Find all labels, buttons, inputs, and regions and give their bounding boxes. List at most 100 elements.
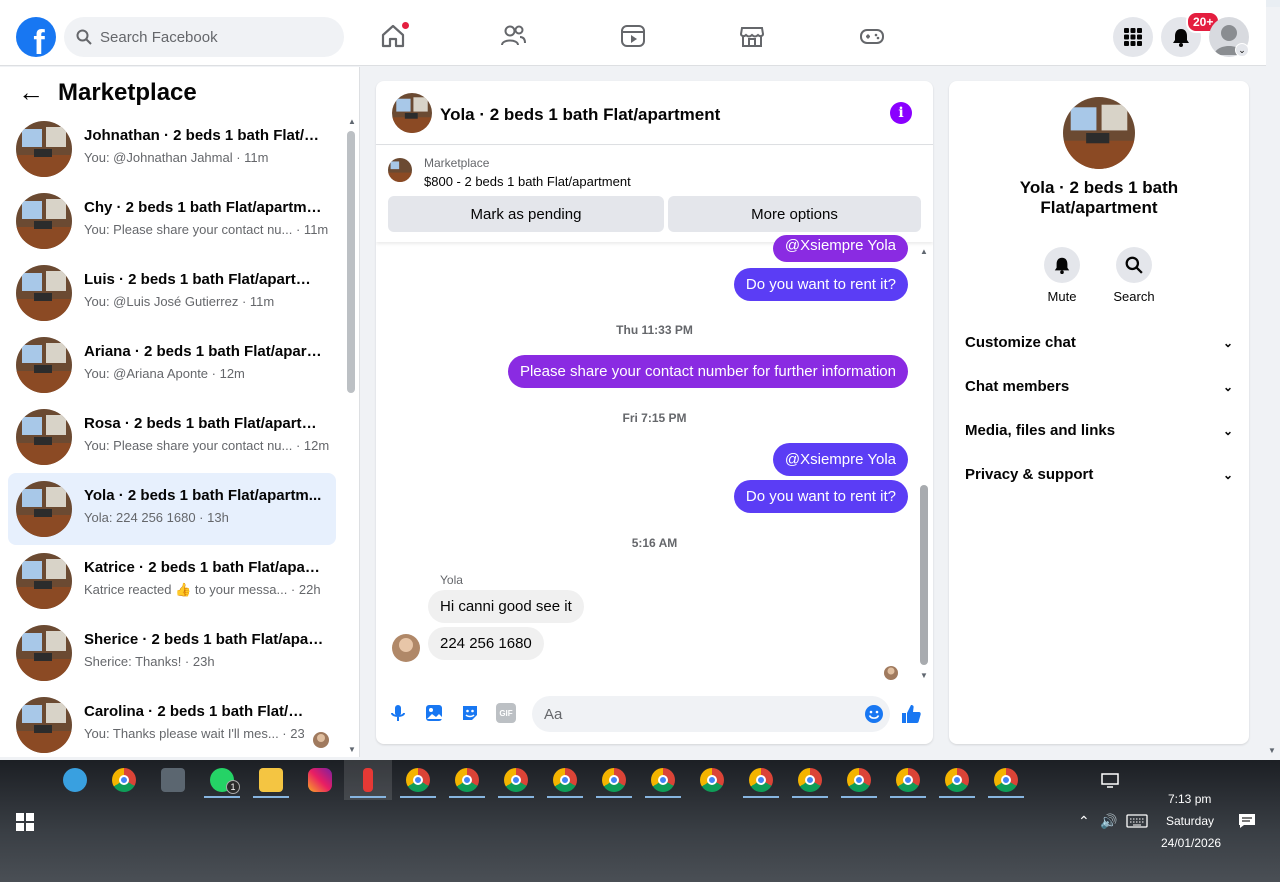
sticker-icon[interactable] [460,703,480,723]
windows-start-icon[interactable] [16,813,34,831]
app-icon[interactable] [63,768,87,792]
chat-scroll-up-icon[interactable]: ▲ [920,247,928,256]
instagram-icon[interactable] [308,768,332,792]
chrome-icon[interactable] [847,768,871,792]
mark-as-pending-button[interactable]: Mark as pending [388,196,664,232]
more-options-button[interactable]: More options [668,196,921,232]
chrome-icon[interactable] [945,768,969,792]
chrome-icon[interactable] [112,768,136,792]
marketplace-icon[interactable] [738,22,766,50]
conversation-item[interactable]: Johnathan · 2 beds 1 bath Flat/apartment… [8,113,336,185]
chrome-icon[interactable] [896,768,920,792]
search-label: Search [1113,289,1155,304]
chrome-icon[interactable] [602,768,626,792]
thumbs-up-icon[interactable] [900,703,922,725]
chrome-icon[interactable] [798,768,822,792]
media-files-links-row[interactable]: Media, files and links ⌄ [965,422,1233,439]
incoming-message[interactable]: Hi canni good see it [428,590,584,623]
search-input[interactable] [100,28,320,46]
info-icon[interactable]: i [890,102,912,124]
gif-icon[interactable]: GIF [496,703,516,723]
clock-date[interactable]: 24/01/2026 [1161,836,1221,850]
outgoing-message[interactable]: @Xsiempre Yola [772,235,908,262]
message-input[interactable] [544,705,844,723]
bell-icon [1044,247,1080,283]
video-icon[interactable] [619,22,647,50]
listing-thumbnail [16,337,72,393]
conversation-item[interactable]: Luis · 2 beds 1 bath Flat/apartme... You… [8,257,336,329]
friends-icon[interactable] [499,22,527,50]
listing-thumbnail [16,553,72,609]
conversation-item[interactable]: Chy · 2 beds 1 bath Flat/apartme... You:… [8,185,336,257]
chat-scrollbar[interactable] [920,485,928,665]
chat-members-row[interactable]: Chat members ⌄ [965,378,1233,395]
scroll-up-arrow-icon[interactable]: ▲ [348,117,356,126]
chrome-icon[interactable] [504,768,528,792]
inbox-header: ← Marketplace [18,77,197,108]
message-input-box[interactable] [532,696,890,732]
chat-title[interactable]: Yola · 2 beds 1 bath Flat/apartment [440,105,720,125]
taskbar-indicator [449,796,485,798]
mute-action[interactable]: Mute [1032,247,1092,304]
calculator-icon[interactable] [161,768,185,792]
conversation-preview: You: Please share your contact nu... · 1… [84,222,329,237]
chrome-icon[interactable] [749,768,773,792]
back-arrow-icon[interactable]: ← [18,77,44,108]
scroll-down-arrow-icon[interactable]: ▼ [348,745,356,754]
conversation-item[interactable]: Katrice · 2 beds 1 bath Flat/apart... Ka… [8,545,336,617]
chrome-icon[interactable] [553,768,577,792]
clock-day[interactable]: Saturday [1166,814,1214,828]
keyboard-icon[interactable] [1126,814,1148,828]
microphone-icon[interactable] [388,703,408,723]
photo-icon[interactable] [424,703,444,723]
privacy-support-row[interactable]: Privacy & support ⌄ [965,466,1233,483]
facebook-logo[interactable]: f [16,17,56,57]
emoji-icon[interactable] [864,704,884,724]
chrome-icon[interactable] [406,768,430,792]
conversation-title: Rosa · 2 beds 1 bath Flat/apartm... [84,415,324,432]
chat-scroll-down-icon[interactable]: ▼ [920,671,928,680]
chat-listing-thumbnail[interactable] [392,93,432,133]
chrome-icon[interactable] [700,768,724,792]
conversation-item[interactable]: Carolina · 2 beds 1 bath Flat/a... You: … [8,689,336,761]
taskbar-indicator [841,796,877,798]
inbox-scrollbar[interactable] [347,131,355,393]
conversation-title: Carolina · 2 beds 1 bath Flat/a... [84,703,304,720]
search-box[interactable] [64,17,344,57]
chevron-down-icon: ⌄ [1222,423,1233,438]
conversation-item[interactable]: Rosa · 2 beds 1 bath Flat/apartm... You:… [8,401,336,473]
network-display-icon[interactable] [1101,773,1119,789]
listing-large-thumbnail[interactable] [1063,97,1135,169]
listing-price-title[interactable]: $800 - 2 beds 1 bath Flat/apartment [424,174,631,189]
chevron-up-icon[interactable]: ⌃ [1078,813,1090,830]
conversation-item[interactable]: Ariana · 2 beds 1 bath Flat/apart... You… [8,329,336,401]
conversation-preview: You: @Johnathan Jahmal · 11m [84,150,269,165]
outgoing-message[interactable]: Please share your contact number for fur… [507,355,908,388]
file-explorer-icon[interactable] [259,768,283,792]
conversation-item-active[interactable]: Yola · 2 beds 1 bath Flat/apartm... Yola… [8,473,336,545]
volume-icon[interactable]: 🔊 [1100,813,1117,830]
page-scroll-down-icon[interactable]: ▼ [1268,746,1276,755]
search-action[interactable]: Search [1104,247,1164,304]
account-chevron-icon[interactable]: ⌄ [1235,43,1249,57]
gaming-icon[interactable] [858,22,886,50]
chrome-icon[interactable] [651,768,675,792]
sender-avatar[interactable] [392,634,420,662]
conversation-title: Johnathan · 2 beds 1 bath Flat/apartment [84,127,324,144]
listing-thumbnail [16,697,72,753]
taskbar-indicator [743,796,779,798]
taskbar-indicator [498,796,534,798]
chrome-icon[interactable] [994,768,1018,792]
notification-center-icon[interactable] [1238,813,1256,829]
app-icon[interactable] [363,768,373,792]
customize-chat-row[interactable]: Customize chat ⌄ [965,334,1233,351]
menu-grid-button[interactable] [1113,17,1153,57]
conversation-item[interactable]: Sherice · 2 beds 1 bath Flat/apar... She… [8,617,336,689]
timestamp: Fri 7:15 PM [622,411,687,425]
clock-time[interactable]: 7:13 pm [1168,792,1211,806]
incoming-message[interactable]: 224 256 1680 [428,627,544,660]
chrome-icon[interactable] [455,768,479,792]
outgoing-message[interactable]: @Xsiempre Yola [772,443,908,476]
outgoing-message[interactable]: Do you want to rent it? [733,268,908,301]
outgoing-message[interactable]: Do you want to rent it? [733,480,908,513]
